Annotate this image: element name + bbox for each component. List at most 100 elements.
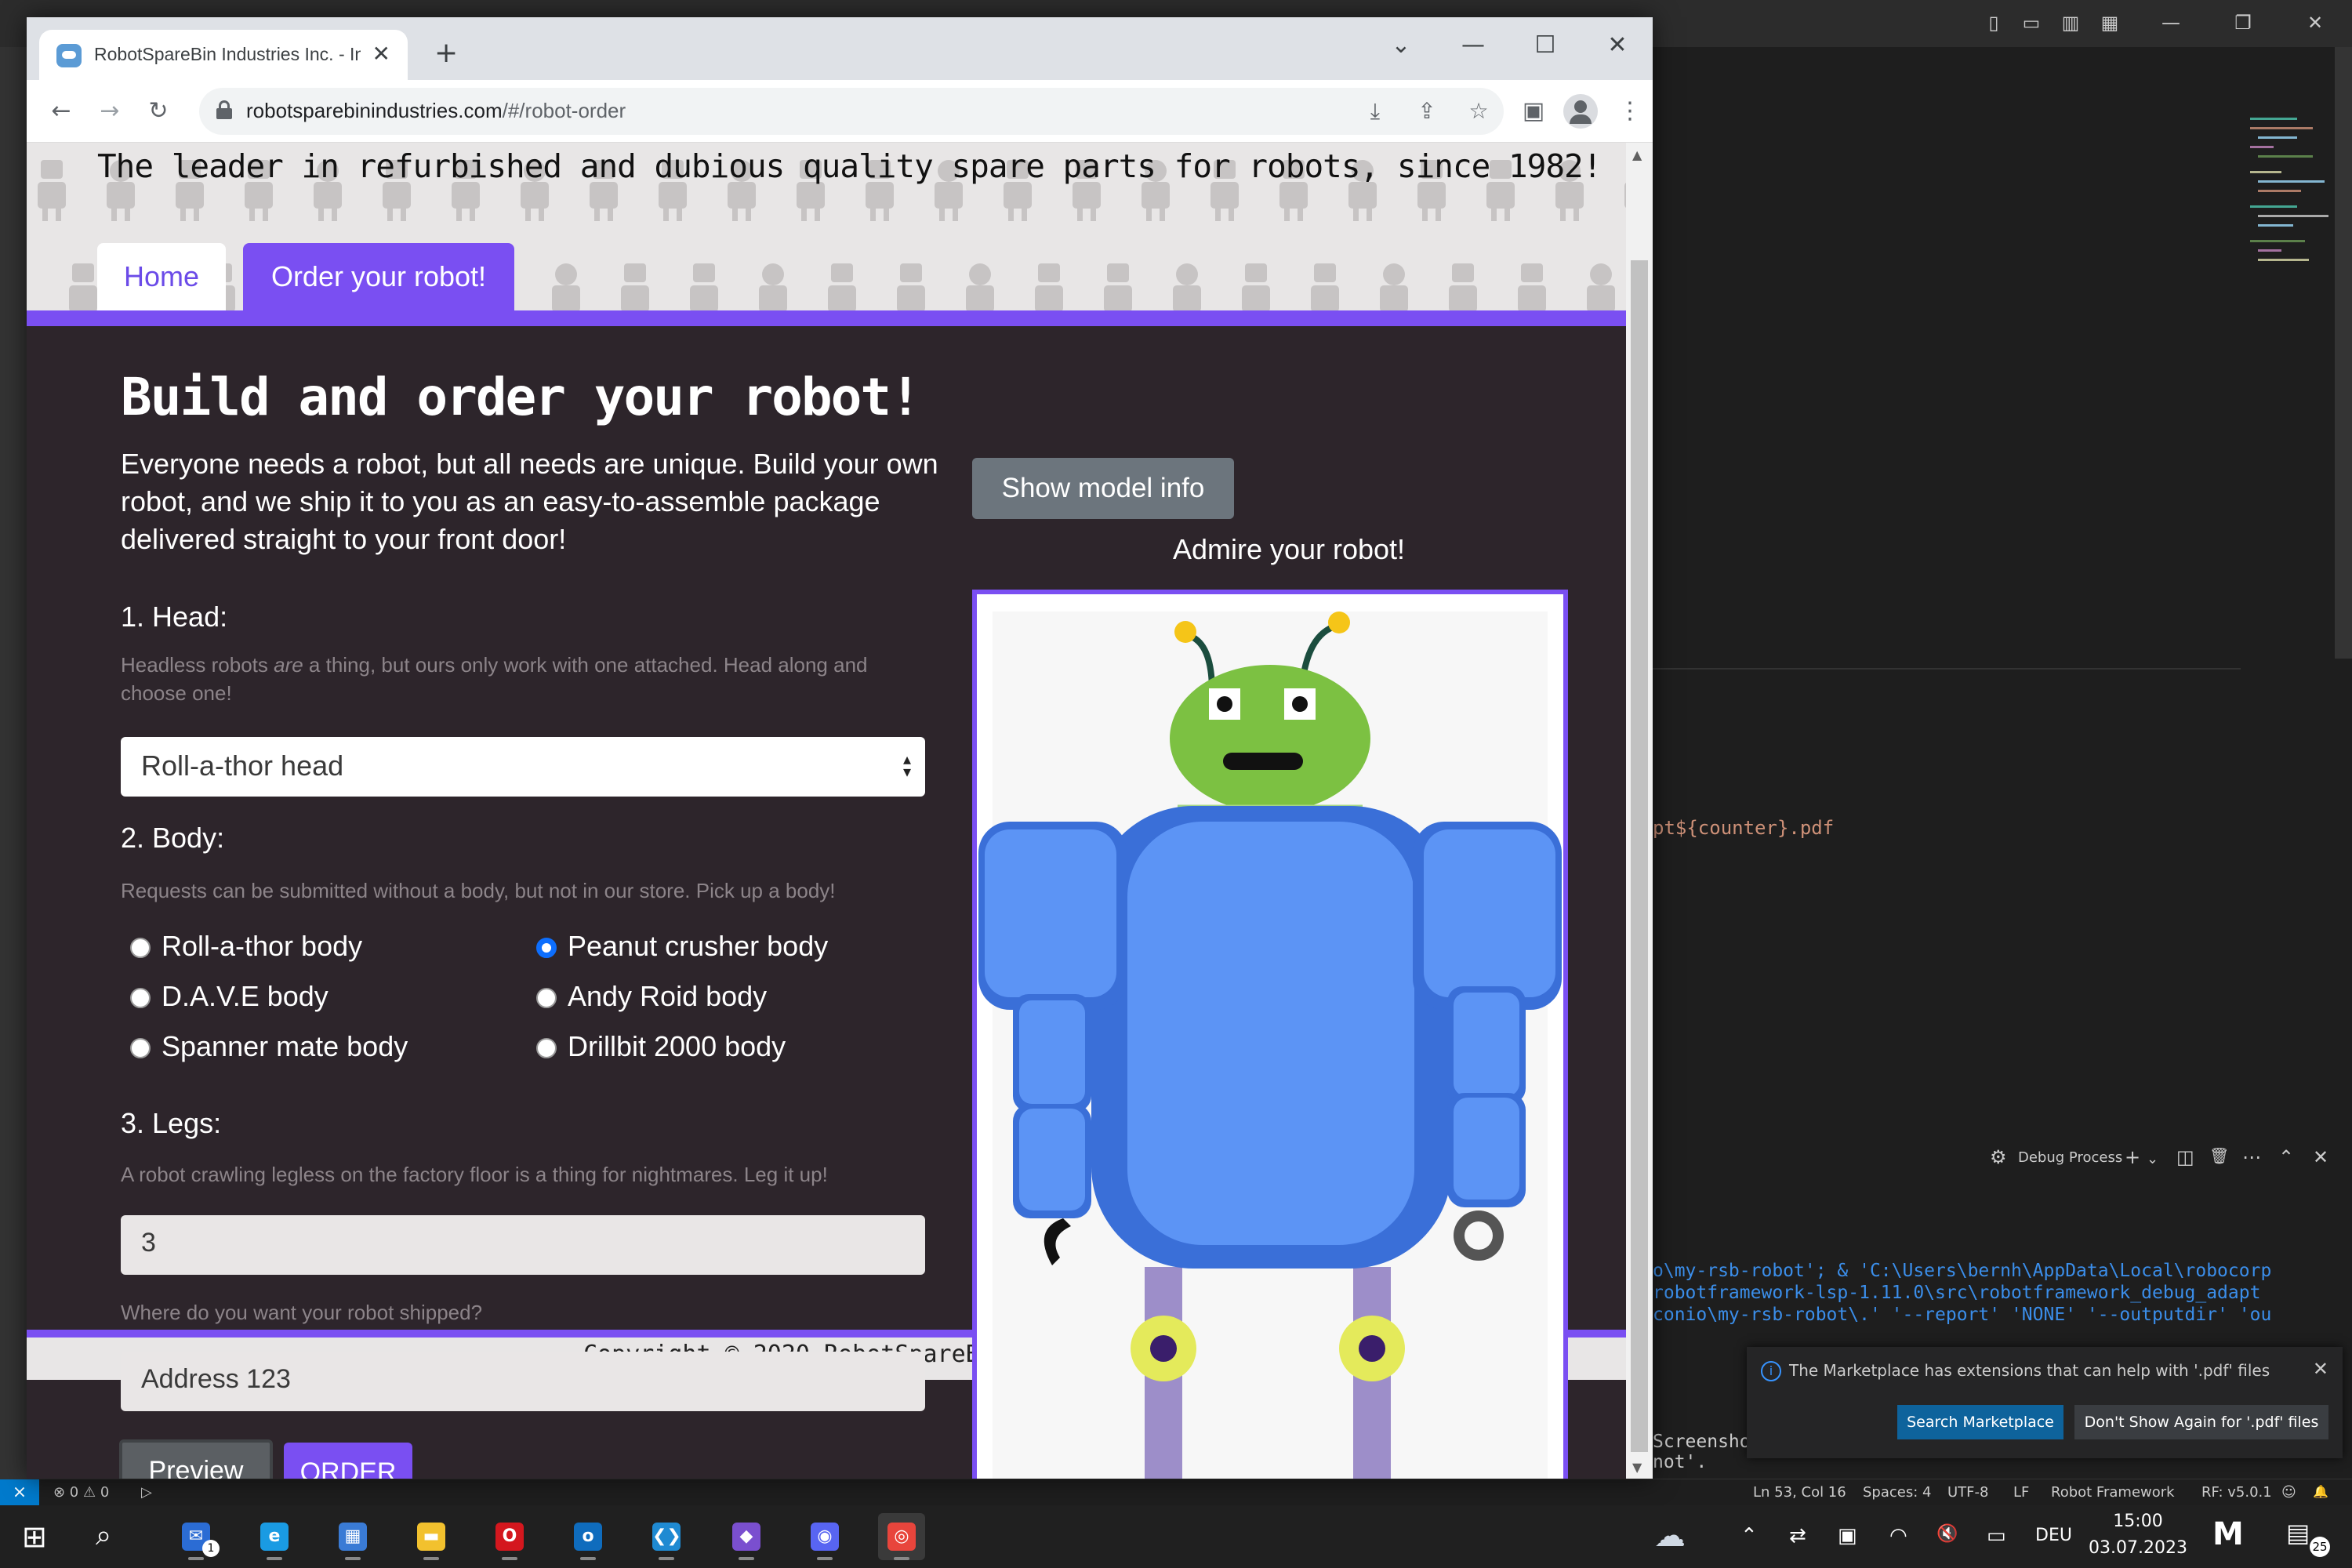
- vscode-restore-icon[interactable]: ❐: [2231, 11, 2255, 34]
- feedback-icon[interactable]: ☺: [2281, 1484, 2296, 1501]
- clock-time[interactable]: 15:00: [2087, 1512, 2189, 1531]
- page-title: Build and order your robot!: [121, 367, 921, 427]
- rf-version[interactable]: RF: v5.0.1: [2201, 1484, 2272, 1501]
- kill-terminal-icon[interactable]: 🗑: [2209, 1146, 2229, 1165]
- radio-button[interactable]: [130, 988, 151, 1008]
- scroll-down-icon[interactable]: ▼: [1632, 1460, 1642, 1475]
- scroll-thumb[interactable]: [1631, 260, 1648, 1452]
- toggle-secondary-sidebar-icon[interactable]: ▥: [2059, 11, 2082, 34]
- wifi-icon[interactable]: ◠: [1889, 1524, 1907, 1548]
- close-panel-icon[interactable]: ✕: [2313, 1146, 2328, 1168]
- preview-button[interactable]: Preview: [119, 1439, 273, 1479]
- remote-indicator[interactable]: ⨯: [0, 1479, 39, 1506]
- page-scrollbar[interactable]: ▲ ▼: [1626, 143, 1653, 1479]
- taskbar-app-discord[interactable]: ◉: [801, 1513, 848, 1560]
- cursor-position[interactable]: Ln 53, Col 16: [1753, 1484, 1846, 1501]
- close-window-button[interactable]: ✕: [1590, 30, 1645, 61]
- back-arrow-icon[interactable]: ←: [44, 94, 78, 129]
- pattern-robot: [38, 160, 66, 221]
- robot-forearm-right-inner: [1454, 1098, 1519, 1200]
- new-terminal-icon[interactable]: +: [2125, 1146, 2140, 1168]
- clock-date[interactable]: 03.07.2023: [2087, 1538, 2189, 1558]
- new-tab-button[interactable]: +: [434, 39, 458, 67]
- radio-button[interactable]: [536, 988, 557, 1008]
- url-text[interactable]: robotsparebinindustries.com/#/robot-orde…: [246, 99, 626, 123]
- windows-taskbar: ⊞ ⌕ ✉ 1 e ▦ ▬ Oo ❮❯ ◆ ◉ ◎ ☁ ⌃ ⇄ ▣ ◠ 🔇 ▭ DEU 15:00…: [0, 1505, 2352, 1568]
- maximize-button[interactable]: ☐: [1518, 30, 1573, 61]
- volume-mute-icon[interactable]: 🔇: [1936, 1524, 1958, 1544]
- weather-icon[interactable]: ☁: [1654, 1518, 1686, 1554]
- tab-close-icon[interactable]: ✕: [372, 41, 390, 67]
- radio-label: Drillbit 2000 body: [568, 1030, 786, 1062]
- toggle-panel-icon[interactable]: ▭: [2020, 11, 2043, 34]
- start-button[interactable]: ⊞: [22, 1519, 47, 1554]
- vscode-minimize-icon[interactable]: —: [2159, 11, 2183, 34]
- notifications-icon[interactable]: ▤: [2286, 1518, 2310, 1548]
- encoding-status[interactable]: UTF-8: [1947, 1484, 1988, 1501]
- legs-input[interactable]: 3: [121, 1215, 925, 1275]
- robot-shoulder-left-inner: [985, 829, 1116, 997]
- indentation-status[interactable]: Spaces: 4: [1863, 1484, 1931, 1501]
- taskbar-app-mail[interactable]: ✉ 1: [172, 1513, 220, 1560]
- order-button[interactable]: ORDER: [284, 1443, 412, 1479]
- language-mode[interactable]: Robot Framework: [2051, 1484, 2175, 1501]
- bookmark-star-icon[interactable]: ☆: [1463, 96, 1494, 127]
- taskbar-app-vscode[interactable]: ❮❯: [643, 1513, 690, 1560]
- address-bar[interactable]: robotsparebinindustries.com/#/robot-orde…: [199, 88, 1504, 135]
- tray-settings-icon[interactable]: ⇄: [1789, 1524, 1806, 1548]
- debug-status-icon[interactable]: ▷: [141, 1484, 152, 1501]
- taskbar-app-chrome[interactable]: ◎: [878, 1513, 925, 1560]
- vscode-close-icon[interactable]: ✕: [2303, 11, 2327, 34]
- minimize-button[interactable]: —: [1446, 30, 1501, 61]
- scroll-up-icon[interactable]: ▲: [1632, 147, 1642, 162]
- radio-button[interactable]: [536, 1038, 557, 1058]
- taskbar-app-store[interactable]: ▦: [329, 1513, 376, 1560]
- tray-meet-icon[interactable]: ▣: [1838, 1524, 1857, 1548]
- terminal-dropdown-icon[interactable]: ⌄: [2147, 1151, 2158, 1167]
- search-icon[interactable]: ⌕: [96, 1519, 111, 1552]
- search-marketplace-button[interactable]: Search Marketplace: [1897, 1405, 2063, 1439]
- radio-button-checked[interactable]: [536, 938, 557, 958]
- radio-button[interactable]: [130, 1038, 151, 1058]
- eol-status[interactable]: LF: [2013, 1484, 2029, 1501]
- show-model-info-button[interactable]: Show model info: [972, 458, 1234, 519]
- forward-arrow-icon[interactable]: →: [93, 94, 127, 129]
- maximize-panel-icon[interactable]: ⌃: [2278, 1146, 2294, 1168]
- tray-app-logo-icon[interactable]: M: [2212, 1516, 2244, 1552]
- taskbar-app-outlook[interactable]: o: [564, 1513, 612, 1560]
- toggle-primary-sidebar-icon[interactable]: ▯: [1982, 11, 2005, 34]
- browser-menu-icon[interactable]: ⋮: [1618, 94, 1642, 129]
- tray-overflow-icon[interactable]: ⌃: [1740, 1524, 1758, 1548]
- side-panel-icon[interactable]: ▣: [1516, 94, 1551, 129]
- taskbar-app-edge[interactable]: e: [251, 1513, 298, 1560]
- split-terminal-icon[interactable]: ◫: [2176, 1146, 2194, 1168]
- notification-close-icon[interactable]: ✕: [2313, 1358, 2328, 1380]
- reload-icon[interactable]: ↻: [141, 94, 176, 129]
- nav-tab-home[interactable]: Home: [97, 243, 226, 310]
- taskbar-app-opera[interactable]: O: [486, 1513, 533, 1560]
- taskbar-app-visual-studio[interactable]: ◆: [723, 1513, 770, 1560]
- lock-icon[interactable]: [216, 100, 232, 119]
- tab-search-chevron-icon[interactable]: ⌄: [1374, 30, 1428, 61]
- vscode-minimap[interactable]: [2242, 110, 2328, 274]
- head-select[interactable]: Roll-a-thor head ▴ ▾: [121, 737, 925, 797]
- battery-icon[interactable]: ▭: [1987, 1524, 2006, 1548]
- profile-avatar-icon[interactable]: [1563, 94, 1598, 129]
- radio-button[interactable]: [130, 938, 151, 958]
- debug-process-label[interactable]: Debug Process: [2018, 1149, 2122, 1166]
- browser-tab[interactable]: RobotSpareBin Industries Inc. - Intranet…: [39, 30, 408, 80]
- input-language[interactable]: DEU: [2035, 1526, 2072, 1545]
- dont-show-again-button[interactable]: Don't Show Again for '.pdf' files: [2074, 1405, 2328, 1439]
- problems-indicator[interactable]: ⊗ 0 ⚠ 0: [53, 1484, 109, 1501]
- notifications-bell-icon[interactable]: 🔔: [2313, 1484, 2328, 1499]
- address-input[interactable]: Address 123: [121, 1352, 925, 1411]
- taskbar-app-explorer[interactable]: ▬: [408, 1513, 455, 1560]
- panel-more-icon[interactable]: ⋯: [2242, 1146, 2261, 1168]
- install-app-icon[interactable]: ⤓: [1359, 96, 1391, 127]
- share-icon[interactable]: ⇪: [1411, 96, 1443, 127]
- antenna-ball-left: [1174, 621, 1196, 643]
- nav-tab-order[interactable]: Order your robot!: [243, 243, 514, 310]
- customize-layout-icon[interactable]: ▦: [2098, 11, 2122, 34]
- running-indicator: [188, 1557, 204, 1560]
- vscode-editor-scrollbar[interactable]: [2335, 47, 2352, 659]
